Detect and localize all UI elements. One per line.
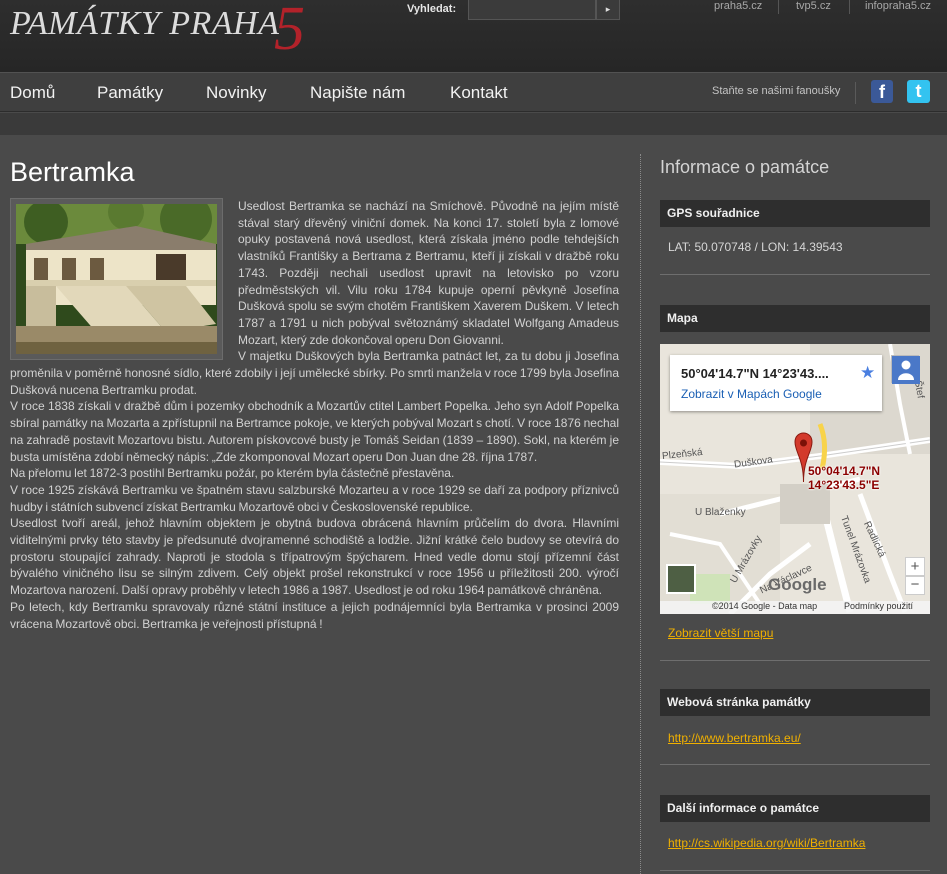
map-terms-link[interactable]: Podmínky použití — [844, 601, 913, 611]
satellite-toggle-thumbnail[interactable] — [666, 564, 696, 594]
main-nav: Domů Památky Novinky Napište nám Kontakt… — [0, 72, 947, 112]
nav-item-pamatky[interactable]: Památky — [97, 83, 163, 103]
header-band — [0, 113, 947, 135]
facebook-icon[interactable]: f — [871, 80, 893, 103]
nav-item-napiste-nam[interactable]: Napište nám — [310, 83, 405, 103]
fans-separator — [855, 82, 856, 104]
bigger-map-link[interactable]: Zobrazit větší mapu — [668, 626, 773, 640]
map-card-coordinates: 50°04'14.7"N 14°23'43.... — [681, 366, 829, 381]
more-info-heading: Další informace o památce — [660, 795, 930, 822]
wikipedia-link[interactable]: http://cs.wikipedia.org/wiki/Bertramka — [668, 836, 865, 850]
header: PAMÁTKY PRAHA 5 Vyhledat: ▸ praha5.cz tv… — [0, 0, 947, 72]
map-pin-lat: 50°04'14.7"N — [808, 464, 881, 478]
fans-text: Staňte se našimi fanoušky — [712, 85, 841, 97]
nav-item-kontakt[interactable]: Kontakt — [450, 83, 508, 103]
article-paragraph: V roce 1925 získává Bertramku ve špatném… — [10, 482, 619, 514]
top-link-infopraha5[interactable]: infopraha5.cz — [865, 0, 931, 12]
main-content: Bertramka Usedlost Bertramka se nachází … — [10, 150, 620, 631]
nav-item-novinky[interactable]: Novinky — [206, 83, 266, 103]
top-link-separator — [849, 0, 850, 14]
article-paragraph: Po letech, kdy Bertramku spravovaly různ… — [10, 599, 619, 631]
nav-item-domu[interactable]: Domů — [10, 83, 55, 103]
website-heading: Webová stránka památky — [660, 689, 930, 716]
top-link-praha5[interactable]: praha5.cz — [714, 0, 762, 12]
gps-coordinates: LAT: 50.070748 / LON: 14.39543 — [668, 240, 843, 254]
sidebar-rule — [660, 660, 930, 661]
top-link-separator — [778, 0, 779, 14]
sidebar-title: Informace o památce — [660, 157, 830, 177]
bertramka-photo-image — [16, 204, 217, 354]
sidebar-rule — [660, 870, 930, 871]
map-pin-label: 50°04'14.7"N 14°23'43.5"E — [808, 464, 880, 492]
column-divider — [640, 154, 641, 874]
search-label: Vyhledat: — [407, 3, 457, 15]
zoom-out-button[interactable]: − — [905, 576, 925, 595]
map-copyright: ©2014 Google - Data map — [712, 601, 818, 611]
article-paragraph: Usedlost tvoří areál, jehož hlavním obje… — [10, 516, 619, 598]
google-map[interactable]: Plzeňská Duškova U Blaženky U Mrázovky N… — [660, 344, 930, 614]
search-input[interactable] — [468, 0, 596, 20]
article-paragraph: Na přelomu let 1872-3 postihl Bertramku … — [10, 466, 455, 481]
article-paragraph: V roce 1838 získali v dražbě dům i pozem… — [10, 399, 619, 464]
gps-heading: GPS souřadnice — [660, 200, 930, 227]
map-street-label: U Blaženky — [695, 507, 746, 518]
site-logo[interactable]: PAMÁTKY PRAHA 5 — [10, 0, 330, 64]
search-button[interactable]: ▸ — [596, 0, 620, 20]
top-link-tvp5[interactable]: tvp5.cz — [796, 0, 831, 12]
page: PAMÁTKY PRAHA 5 Vyhledat: ▸ praha5.cz tv… — [0, 0, 947, 874]
logo-text: PAMÁTKY PRAHA — [10, 5, 280, 42]
twitter-icon[interactable]: t — [907, 80, 930, 103]
zoom-in-button[interactable]: + — [905, 557, 925, 576]
website-link[interactable]: http://www.bertramka.eu/ — [668, 731, 801, 745]
map-heading: Mapa — [660, 305, 930, 332]
monument-photo[interactable] — [10, 198, 223, 360]
star-icon[interactable]: ★ — [860, 363, 875, 383]
google-logo: Google — [768, 575, 827, 594]
open-in-google-maps-link[interactable]: Zobrazit v Mapách Google — [681, 387, 822, 401]
map-pin-lon: 14°23'43.5"E — [808, 478, 880, 492]
logo-number: 5 — [274, 0, 305, 63]
street-view-person-icon[interactable] — [891, 355, 920, 384]
sidebar: Informace o památce GPS souřadnice LAT: … — [660, 150, 930, 871]
sidebar-rule — [660, 764, 930, 765]
map-attribution-bar: ©2014 Google - Data map Podmínky použití — [660, 601, 930, 614]
page-title: Bertramka — [10, 157, 135, 187]
map-info-card: 50°04'14.7"N 14°23'43.... Zobrazit v Map… — [670, 355, 882, 411]
sidebar-rule — [660, 274, 930, 275]
